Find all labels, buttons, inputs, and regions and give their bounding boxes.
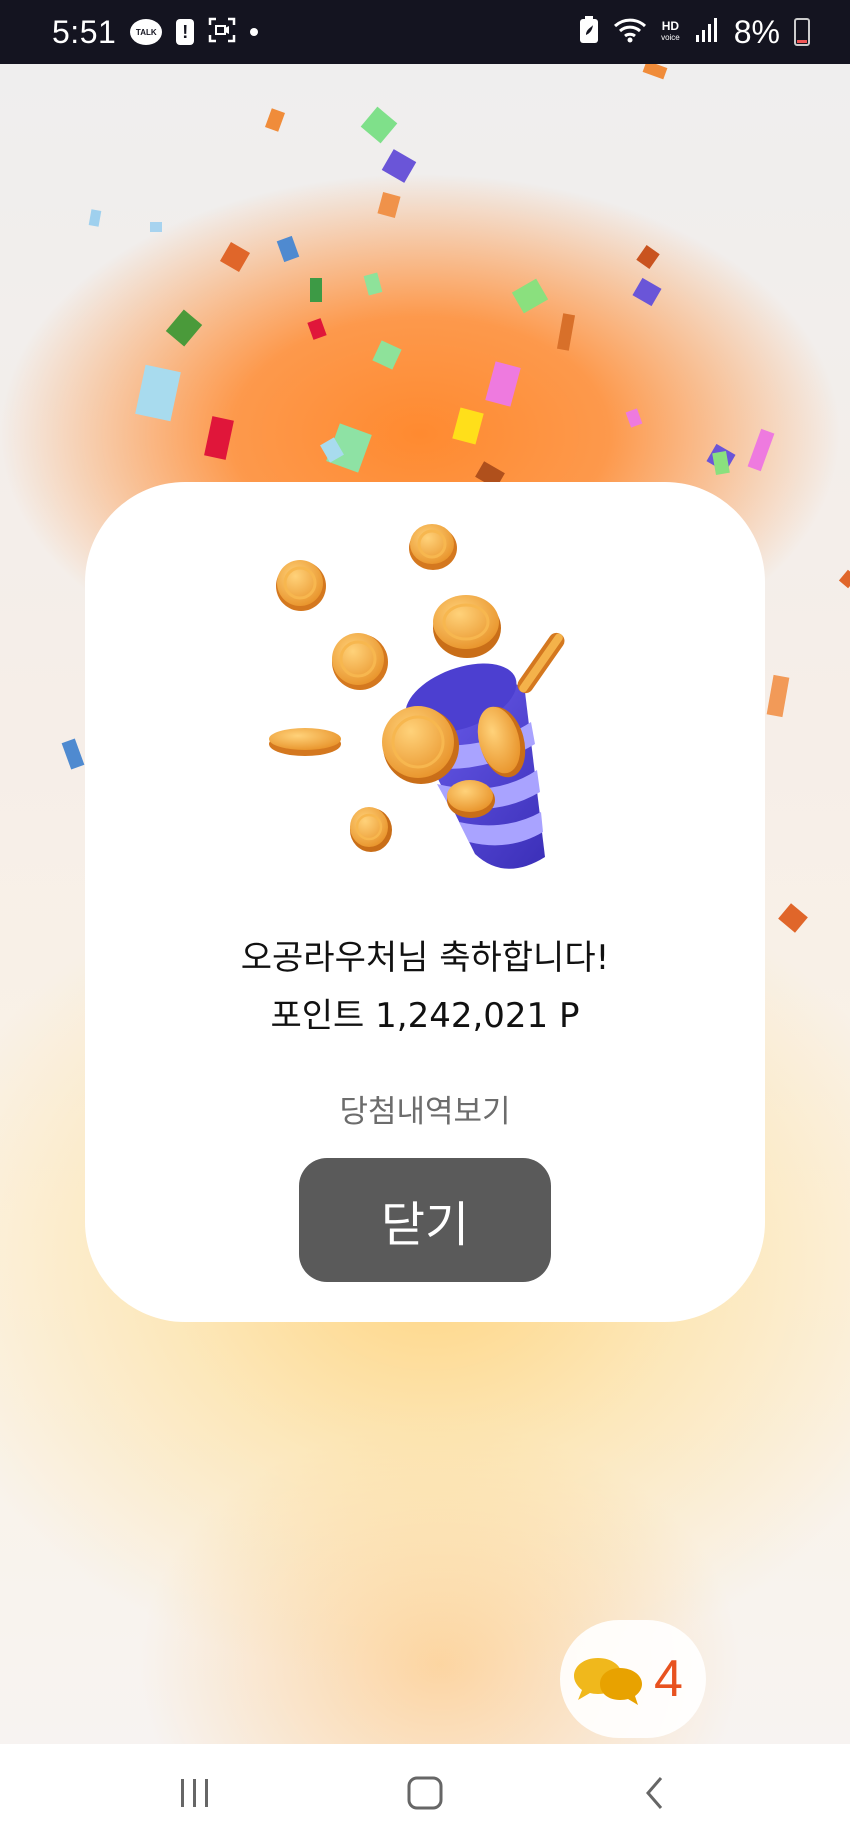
reward-modal: 오공라우처님 축하합니다! 포인트 1,242,021 P 당첨내역보기 닫기 bbox=[85, 482, 765, 1322]
screen-record-icon bbox=[208, 17, 236, 48]
chat-count: 4 bbox=[654, 1650, 683, 1708]
more-notifications-dot bbox=[250, 28, 259, 36]
status-time: 5:51 bbox=[52, 13, 117, 50]
confetti-piece bbox=[632, 277, 662, 307]
view-winning-history-link[interactable]: 당첨내역보기 bbox=[85, 1086, 765, 1131]
hd-voice-icon: HD voice bbox=[661, 20, 680, 44]
confetti-piece bbox=[150, 222, 162, 232]
kakaotalk-icon: TALK bbox=[130, 19, 163, 45]
battery-percent: 8% bbox=[733, 13, 780, 50]
confetti-piece bbox=[625, 408, 643, 428]
confetti-piece bbox=[778, 903, 808, 933]
confetti-piece bbox=[219, 241, 251, 273]
wifi-icon bbox=[613, 16, 647, 49]
status-bar: 5:51 TALK ! HD voice 8% bbox=[0, 0, 850, 64]
confetti-piece bbox=[204, 416, 234, 460]
confetti-piece bbox=[485, 361, 521, 407]
confetti-piece bbox=[265, 108, 285, 132]
confetti-piece bbox=[766, 674, 790, 718]
confetti-piece bbox=[276, 235, 300, 263]
home-button[interactable] bbox=[385, 1763, 465, 1823]
signal-icon bbox=[694, 17, 720, 48]
confetti-piece bbox=[372, 340, 402, 370]
voice-label: voice bbox=[661, 33, 680, 42]
confetti-piece bbox=[556, 313, 576, 351]
coin-icon bbox=[269, 728, 341, 756]
hd-label: HD bbox=[661, 19, 680, 33]
chat-bubbles-icon bbox=[570, 1646, 646, 1712]
battery-icon bbox=[794, 18, 810, 46]
alert-icon: ! bbox=[176, 19, 195, 45]
confetti-piece bbox=[363, 272, 383, 296]
back-icon bbox=[646, 1777, 663, 1809]
recent-apps-button[interactable] bbox=[155, 1763, 235, 1823]
chat-button[interactable]: 4 bbox=[560, 1620, 706, 1738]
confetti-piece bbox=[165, 309, 203, 347]
status-bar-left: 5:51 TALK ! bbox=[52, 13, 259, 51]
confetti-piece bbox=[642, 64, 668, 80]
status-bar-right: HD voice 8% bbox=[579, 14, 810, 51]
system-navigation-bar bbox=[0, 1744, 850, 1842]
congratulations-message: 오공라우처님 축하합니다! bbox=[240, 938, 610, 978]
confetti-piece bbox=[88, 209, 102, 227]
confetti-piece bbox=[61, 738, 85, 770]
confetti-piece bbox=[452, 407, 484, 445]
coin-icon bbox=[517, 632, 565, 694]
coin-icon bbox=[332, 633, 388, 690]
confetti-piece bbox=[511, 278, 549, 314]
confetti-piece bbox=[307, 318, 327, 340]
coin-icon bbox=[433, 595, 501, 658]
talk-label: TALK bbox=[135, 27, 157, 37]
coin-icon bbox=[409, 524, 457, 570]
confetti-piece bbox=[381, 149, 417, 183]
back-button[interactable] bbox=[615, 1763, 695, 1823]
coin-icon bbox=[350, 807, 392, 852]
confetti-piece bbox=[135, 364, 181, 422]
close-button[interactable]: 닫기 bbox=[299, 1158, 551, 1282]
confetti-piece bbox=[636, 245, 660, 269]
points-total: 포인트 1,242,021 P bbox=[270, 996, 580, 1036]
confetti-piece bbox=[360, 106, 398, 144]
confetti-piece bbox=[310, 278, 322, 302]
battery-saver-icon bbox=[579, 15, 599, 49]
coin-icon bbox=[276, 560, 326, 611]
recent-apps-icon bbox=[181, 1779, 208, 1807]
coin-party-popper-illustration bbox=[269, 524, 565, 869]
confetti-piece bbox=[838, 569, 850, 589]
confetti-piece bbox=[747, 428, 775, 472]
confetti-piece bbox=[377, 192, 401, 218]
home-icon bbox=[407, 1776, 443, 1810]
